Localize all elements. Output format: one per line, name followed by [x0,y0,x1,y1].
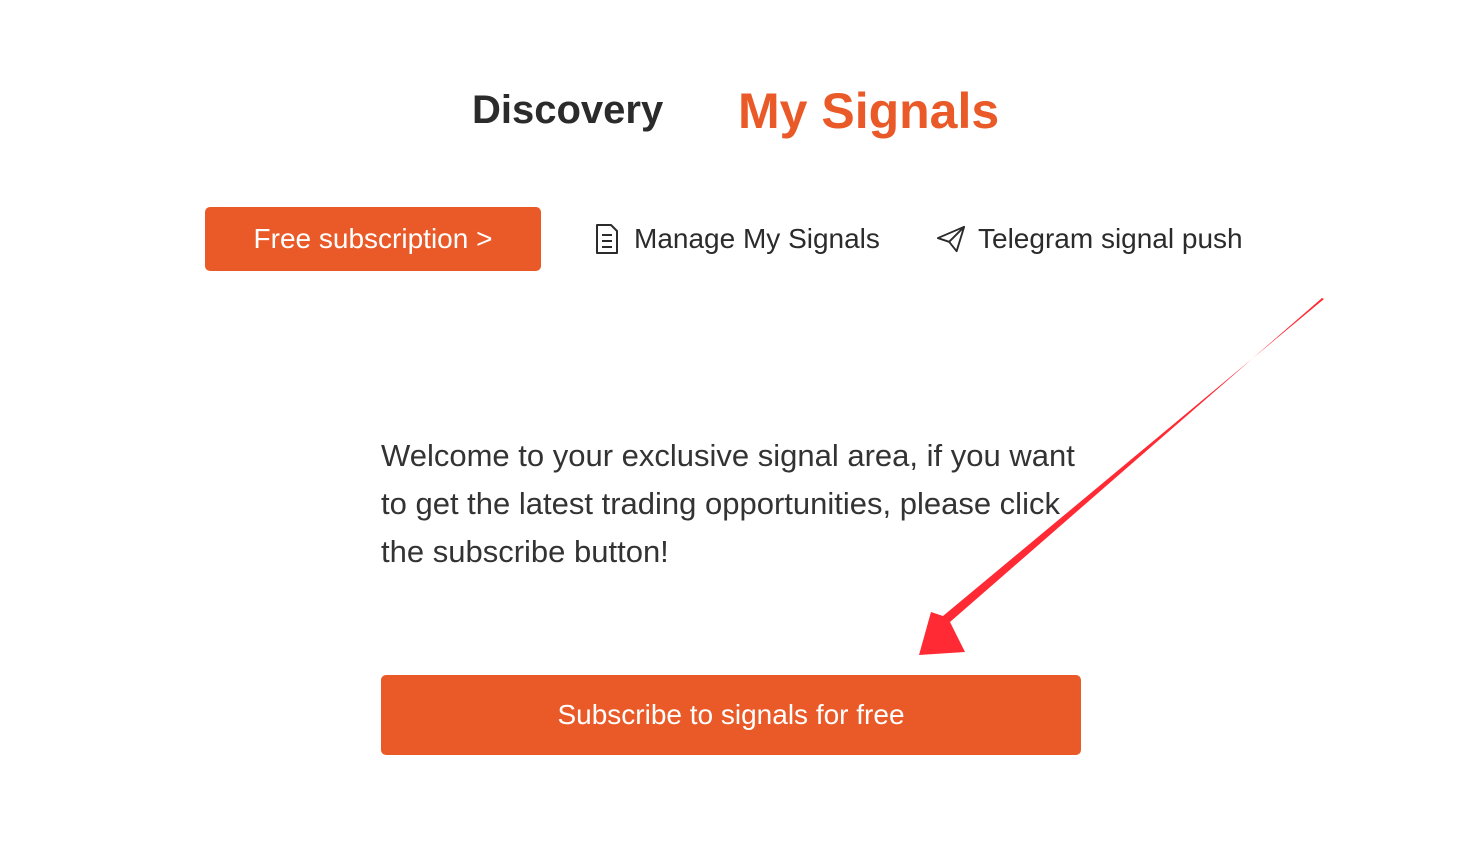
free-subscription-button[interactable]: Free subscription > [205,207,541,271]
manage-my-signals-link[interactable]: Manage My Signals [592,221,880,257]
telegram-signal-push-link[interactable]: Telegram signal push [936,221,1243,257]
subscribe-free-button[interactable]: Subscribe to signals for free [381,675,1081,755]
signals-toolbar: Free subscription > Manage My Signals Te… [0,207,1470,271]
paper-plane-icon [936,222,966,256]
manage-my-signals-label: Manage My Signals [634,223,880,254]
document-icon [592,222,622,256]
telegram-signal-push-label: Telegram signal push [978,223,1243,254]
top-tabs: Discovery My Signals [0,82,1470,142]
welcome-message: Welcome to your exclusive signal area, i… [381,438,1075,569]
tab-discovery[interactable]: Discovery [472,88,663,133]
tab-my-signals[interactable]: My Signals [738,82,999,140]
